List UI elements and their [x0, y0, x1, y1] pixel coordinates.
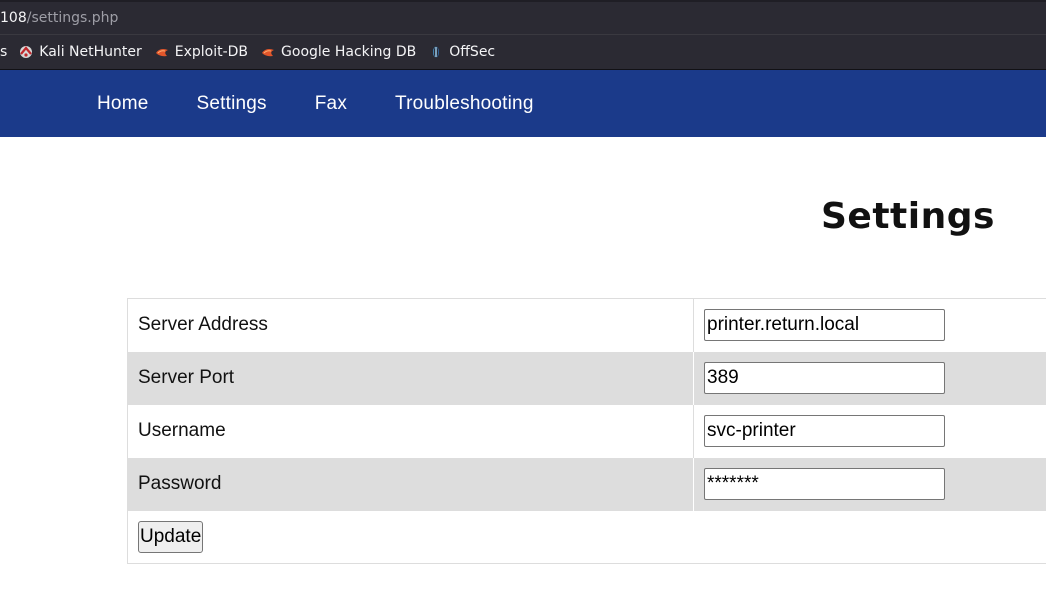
- bookmark-item-cut[interactable]: s: [0, 44, 7, 60]
- url-host: 108: [0, 10, 27, 26]
- table-row: Server Address: [127, 298, 1046, 352]
- bookmark-label: Kali NetHunter: [39, 44, 142, 60]
- table-cell: [694, 405, 1046, 458]
- nav-link-fax[interactable]: Fax: [315, 93, 347, 115]
- kali-nethunter-icon: [20, 46, 33, 58]
- exploit-db-icon: [155, 49, 168, 57]
- username-input[interactable]: [704, 415, 945, 447]
- exploit-db-icon: [262, 49, 275, 57]
- nav-link-home[interactable]: Home: [97, 93, 148, 115]
- page-title: Settings: [821, 196, 995, 237]
- table-row: Password: [127, 457, 1046, 511]
- server-port-input[interactable]: [704, 362, 945, 394]
- url-path: /settings.php: [26, 10, 119, 26]
- server-address-label: Server Address: [127, 298, 694, 352]
- table-cell: [693, 457, 1046, 511]
- bookmark-label: Google Hacking DB: [281, 44, 417, 60]
- address-bar[interactable]: 108/settings.php: [0, 2, 1046, 34]
- table-row: Update: [128, 511, 1046, 564]
- username-label: Username: [127, 404, 694, 458]
- table-cell: [693, 351, 1046, 405]
- offsec-icon: [433, 46, 440, 58]
- bookmarks-bar: s Kali NetHunter Exploit-DB Google Hacki…: [0, 35, 1046, 70]
- table-row: Server Port: [127, 351, 1046, 405]
- table-row: Username: [127, 404, 1046, 458]
- bookmark-label: s: [0, 44, 8, 60]
- browser-toolbar: 108/settings.php: [0, 0, 1046, 35]
- table-cell: Update: [128, 511, 1046, 564]
- site-nav: Home Settings Fax Troubleshooting: [0, 70, 1046, 137]
- nav-link-settings[interactable]: Settings: [196, 93, 266, 115]
- bookmark-label: Exploit-DB: [174, 44, 249, 60]
- bookmark-kali-nethunter[interactable]: Kali NetHunter: [19, 44, 142, 60]
- server-address-input[interactable]: [704, 309, 945, 342]
- bookmark-google-hacking-db[interactable]: Google Hacking DB: [261, 44, 416, 60]
- password-input[interactable]: [704, 468, 945, 500]
- table-cell: [694, 299, 1046, 352]
- password-label: Password: [127, 457, 694, 511]
- bookmark-offsec[interactable]: OffSec: [429, 44, 495, 60]
- bookmark-exploit-db[interactable]: Exploit-DB: [155, 44, 248, 60]
- update-button[interactable]: Update: [138, 520, 204, 553]
- bookmark-label: OffSec: [449, 44, 496, 60]
- settings-form: Server Address Server Port Username Pass…: [127, 298, 1046, 564]
- nav-link-troubleshooting[interactable]: Troubleshooting: [395, 93, 534, 115]
- server-port-label: Server Port: [127, 351, 694, 405]
